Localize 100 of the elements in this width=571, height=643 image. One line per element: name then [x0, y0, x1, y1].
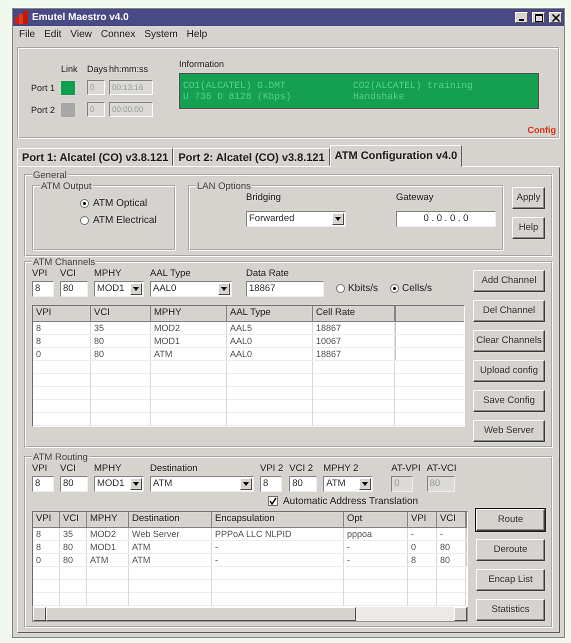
table-cell: 80 [91, 334, 151, 347]
table-cell: 18867 [313, 322, 395, 334]
column-header[interactable]: Encapsulation [212, 512, 344, 527]
menu-item[interactable]: Connex [100, 29, 136, 42]
column-header[interactable]: Cell Rate [313, 306, 395, 321]
table-cell: ATM [129, 554, 212, 566]
button[interactable]: Web Server [473, 420, 545, 442]
button[interactable]: Statistics [476, 598, 545, 621]
button[interactable]: Help [512, 216, 545, 239]
close-button[interactable] [549, 12, 562, 24]
information-label: Information [179, 58, 226, 69]
menu-item[interactable]: Help [186, 29, 208, 42]
input-field[interactable]: 8 [32, 280, 54, 297]
dropdown-value: ATM [326, 478, 346, 490]
table-cell: 8 [33, 334, 91, 347]
button[interactable]: Route [476, 508, 545, 531]
column-header: Link [61, 64, 79, 76]
minimize-icon [519, 19, 524, 22]
column-header[interactable]: AAL Type [227, 306, 313, 321]
radio-button[interactable] [336, 284, 345, 293]
input-field[interactable]: 80 [60, 280, 88, 297]
button[interactable]: Encap List [476, 568, 545, 591]
table-cell: MOD1 [151, 334, 227, 347]
table-cell: AAL0 [227, 334, 313, 347]
input-field[interactable]: 18867 [246, 280, 324, 297]
table-row[interactable]: 8 35 MOD2 AAL5 18867 [33, 322, 464, 335]
field-label: MPHY 2 [323, 462, 360, 474]
table-cell: 8 [33, 540, 60, 553]
table-cell: MOD1 [87, 540, 129, 553]
input-field[interactable]: 80 [60, 476, 88, 492]
tab[interactable]: Port 2: Alcatel (CO) v3.8.121 [173, 148, 330, 166]
field-label: VPI 2 [260, 462, 284, 474]
checkbox[interactable] [268, 496, 278, 506]
minimize-button[interactable] [515, 12, 528, 24]
column-header[interactable]: Destination [129, 512, 212, 527]
radio-label: ATM Electrical [93, 214, 157, 226]
column-header[interactable]: VCI [91, 306, 151, 321]
button[interactable]: Apply [512, 186, 545, 209]
radio-button[interactable] [390, 284, 400, 293]
dropdown-value: MOD1 [97, 283, 124, 294]
dropdown[interactable]: Forwarded [246, 210, 346, 227]
input-field[interactable]: 8 [260, 476, 282, 492]
menu-item[interactable]: Edit [44, 29, 62, 42]
time-field: 00:13:16 [109, 80, 153, 96]
button[interactable]: Save Config [473, 390, 545, 412]
field-label: VCI [60, 462, 77, 474]
table-cell: - [344, 554, 408, 566]
maximize-button[interactable] [532, 12, 545, 24]
table-row[interactable]: 8 35 MOD2 Web Server PPPoA LLC NLPID pppoa - - [33, 528, 467, 541]
button[interactable]: Upload config [473, 360, 545, 382]
table-row[interactable]: 8 80 MOD1 ATM - - 0 80 [33, 540, 467, 554]
menu-item[interactable]: System [144, 29, 178, 42]
dropdown[interactable]: ATM [150, 476, 254, 492]
table-cell: 0 [408, 540, 437, 553]
column-header[interactable]: MPHY [151, 306, 227, 321]
column-header[interactable]: VCI [60, 512, 87, 527]
button[interactable]: Add Channel [473, 270, 545, 292]
table-cell: - [344, 540, 408, 553]
button[interactable]: Del Channel [473, 300, 545, 322]
column-header[interactable]: VCI [437, 512, 466, 527]
input-field[interactable]: 80 [289, 476, 318, 492]
radio-label: Cells/s [402, 282, 432, 294]
dropdown[interactable]: AAL0 [150, 280, 232, 297]
table-cell: 8 [33, 528, 60, 540]
column-header[interactable]: VPI [33, 306, 91, 321]
horizontal-scrollbar[interactable] [32, 606, 468, 622]
radio-button[interactable] [80, 216, 89, 225]
field-label: VPI [32, 268, 48, 279]
column-header[interactable]: VPI [33, 512, 60, 527]
menu-item[interactable]: View [70, 29, 92, 42]
field-label: AT-VPI [391, 462, 421, 474]
field-label: Gateway [396, 192, 434, 203]
group-title: ATM Routing [32, 452, 89, 463]
table-cell: MOD2 [87, 528, 129, 540]
button[interactable]: Clear Channels [473, 330, 545, 352]
days-field: 0 [87, 102, 105, 118]
table-row[interactable]: 8 80 MOD1 AAL0 10067 [33, 334, 464, 348]
dropdown-value: ATM [153, 478, 172, 490]
menu-item[interactable]: File [19, 29, 36, 42]
field-label: Data Rate [246, 268, 290, 279]
dropdown[interactable]: MOD1 [94, 476, 144, 492]
table-cell: AAL0 [227, 348, 313, 360]
table-cell: AAL5 [227, 322, 313, 334]
field-label: Bridging [246, 192, 282, 203]
tab[interactable]: Port 1: Alcatel (CO) v3.8.121 [17, 148, 174, 166]
dropdown[interactable]: MOD1 [94, 280, 144, 297]
button[interactable]: Deroute [476, 538, 545, 561]
tab[interactable]: ATM Configuration v4.0 [330, 144, 462, 167]
dropdown[interactable]: ATM [323, 476, 374, 492]
column-header[interactable]: VPI [408, 512, 437, 527]
app-logo-icon [15, 11, 28, 24]
column-header[interactable]: Opt [344, 512, 408, 527]
radio-button[interactable] [80, 198, 89, 208]
field-label: VPI [32, 462, 48, 474]
table-cell: 18867 [313, 348, 395, 360]
input-field[interactable]: 8 [32, 476, 54, 492]
field-label: MPHY [94, 462, 122, 474]
field-label: Destination [150, 462, 199, 474]
column-header[interactable]: MPHY [87, 512, 129, 527]
ip-address-field[interactable]: 0 . 0 . 0 . 0 [396, 210, 496, 227]
